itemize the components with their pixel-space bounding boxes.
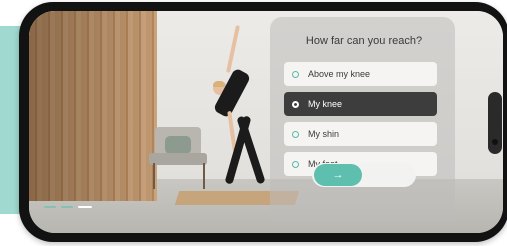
chair-leg xyxy=(153,163,155,189)
option-label: My knee xyxy=(308,99,343,109)
quiz-panel xyxy=(270,17,455,222)
option-my-knee[interactable]: My knee xyxy=(284,92,437,116)
radio-selected-icon xyxy=(292,100,299,108)
radio-icon xyxy=(292,70,299,78)
chair-leg xyxy=(203,163,205,189)
progress-segment xyxy=(44,206,56,208)
radio-icon xyxy=(292,160,299,168)
quiz-question: How far can you reach? xyxy=(305,35,423,47)
radio-icon xyxy=(292,130,299,138)
chair-cushion xyxy=(165,136,191,154)
option-above-my-knee[interactable]: Above my knee xyxy=(284,62,437,86)
progress-segment xyxy=(61,206,73,208)
arrow-right-icon: → xyxy=(332,169,344,181)
camera-icon xyxy=(492,139,498,145)
option-label: My shin xyxy=(308,129,340,139)
option-my-shin[interactable]: My shin xyxy=(284,122,437,146)
option-label: Above my knee xyxy=(308,69,371,79)
progress-segment-active xyxy=(78,206,92,208)
wood-shadow xyxy=(29,11,157,201)
chair-seat xyxy=(149,153,207,165)
instructor-hair xyxy=(213,81,225,87)
next-button[interactable]: → xyxy=(314,164,362,186)
